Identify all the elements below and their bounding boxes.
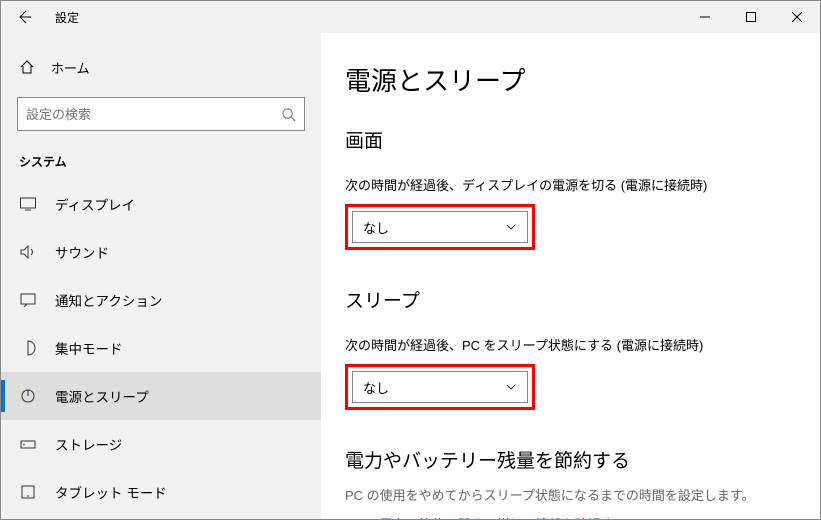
maximize-icon	[746, 12, 756, 22]
search-box[interactable]	[17, 97, 305, 131]
sidebar-item-power-sleep[interactable]: 電源とスリープ	[1, 372, 321, 420]
home-icon	[19, 59, 35, 75]
sidebar-item-label: 電源とスリープ	[55, 386, 149, 406]
screen-timeout-dropdown[interactable]: なし	[352, 211, 528, 243]
search-icon	[281, 107, 296, 122]
section-screen-heading: 画面	[345, 126, 796, 153]
back-button[interactable]	[1, 1, 47, 33]
sidebar-item-notifications[interactable]: 通知とアクション	[1, 276, 321, 324]
screen-dropdown-highlight: なし	[345, 204, 535, 250]
screen-setting-label: 次の時間が経過後、ディスプレイの電源を切る (電源に接続時)	[345, 175, 796, 194]
tablet-icon	[19, 485, 37, 499]
minimize-icon	[700, 12, 710, 22]
sidebar-item-storage[interactable]: ストレージ	[1, 420, 321, 468]
sidebar-item-label: サウンド	[55, 242, 109, 262]
sidebar: ホーム システム ディスプレイ	[1, 33, 321, 519]
sleep-dropdown-highlight: なし	[345, 364, 535, 410]
sleep-setting-label: 次の時間が経過後、PC をスリープ状態にする (電源に接続時)	[345, 335, 796, 354]
screen-dropdown-value: なし	[363, 218, 389, 237]
titlebar: 設定	[1, 1, 820, 33]
maximize-button[interactable]	[728, 1, 774, 33]
chevron-down-icon	[505, 221, 517, 233]
focus-icon	[19, 340, 37, 356]
display-icon	[19, 197, 37, 211]
sidebar-item-label: ディスプレイ	[55, 194, 135, 214]
sidebar-nav: ディスプレイ サウンド 通知とアクション 集中モード	[1, 180, 321, 516]
chevron-down-icon	[505, 381, 517, 393]
battery-help-link[interactable]: PC の電力の節約に関する詳しい情報を確認する	[345, 514, 796, 519]
window-title: 設定	[47, 9, 79, 26]
main-content: 電源とスリープ 画面 次の時間が経過後、ディスプレイの電源を切る (電源に接続時…	[321, 33, 820, 519]
sleep-dropdown-value: なし	[363, 378, 389, 397]
sidebar-item-tablet[interactable]: タブレット モード	[1, 468, 321, 516]
close-icon	[792, 12, 802, 22]
notifications-icon	[19, 293, 37, 307]
sidebar-item-label: タブレット モード	[55, 482, 167, 502]
close-button[interactable]	[774, 1, 820, 33]
sidebar-group-label: システム	[1, 131, 321, 180]
page-title: 電源とスリープ	[345, 61, 796, 98]
sidebar-item-label: 集中モード	[55, 338, 123, 358]
sound-icon	[19, 245, 37, 259]
battery-help-text: PC の使用をやめてからスリープ状態になるまでの時間を設定します。	[345, 485, 796, 504]
home-label: ホーム	[51, 58, 90, 77]
storage-icon	[19, 437, 37, 451]
section-sleep-heading: スリープ	[345, 286, 796, 313]
sidebar-item-sound[interactable]: サウンド	[1, 228, 321, 276]
section-battery-heading: 電力やバッテリー残量を節約する	[345, 446, 796, 473]
sidebar-item-label: 通知とアクション	[55, 290, 162, 310]
home-nav[interactable]: ホーム	[1, 45, 321, 89]
minimize-button[interactable]	[682, 1, 728, 33]
sidebar-item-label: ストレージ	[55, 434, 122, 454]
sidebar-item-display[interactable]: ディスプレイ	[1, 180, 321, 228]
search-input[interactable]	[26, 107, 281, 122]
sidebar-item-focus[interactable]: 集中モード	[1, 324, 321, 372]
sleep-timeout-dropdown[interactable]: なし	[352, 371, 528, 403]
power-icon	[19, 388, 37, 404]
arrow-left-icon	[16, 9, 32, 25]
